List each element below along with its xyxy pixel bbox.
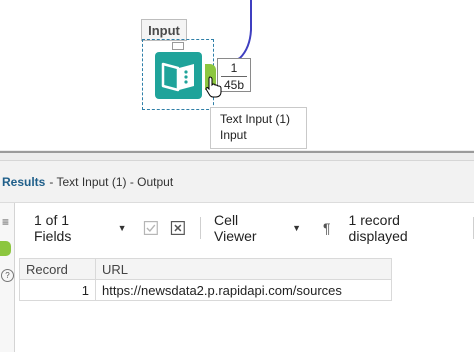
- results-subtitle: - Text Input (1) - Output: [49, 174, 174, 189]
- record-count: 1: [230, 61, 238, 75]
- cell-url[interactable]: https://newsdata2.p.rapidapi.com/sources: [95, 279, 392, 301]
- tooltip-subtitle: Input: [220, 128, 247, 142]
- cell-viewer-label: Cell Viewer: [214, 212, 257, 244]
- fields-label: 1 of 1 Fields: [34, 212, 72, 244]
- toolbar-divider: [200, 217, 202, 239]
- chevron-down-icon: ▼: [292, 223, 302, 233]
- table-row[interactable]: 1 https://newsdata2.p.rapidapi.com/sourc…: [19, 279, 392, 301]
- checkbox-icon[interactable]: [143, 220, 159, 236]
- results-side-rail: ≡ ?: [0, 203, 15, 352]
- cell-record[interactable]: 1: [19, 279, 96, 301]
- workflow-canvas[interactable]: Input 1 45b Text Input (1) Input: [0, 0, 474, 150]
- chevron-down-icon: ▼: [117, 223, 127, 233]
- records-displayed: 1 record displayed: [348, 212, 408, 244]
- results-toolbar: 1 of 1 Fields ▼ Cell Viewer ▼ ¶ 1 record…: [15, 203, 474, 253]
- cell-viewer-dropdown[interactable]: Cell Viewer ▼: [214, 212, 301, 244]
- column-header-record[interactable]: Record: [19, 258, 96, 280]
- tool-caption-text: Input: [148, 22, 180, 38]
- panel-splitter[interactable]: [0, 150, 474, 161]
- pilcrow-icon[interactable]: ¶: [323, 220, 331, 236]
- hand-cursor-icon: [205, 76, 222, 98]
- results-panel: Results - Text Input (1) - Output ≡ ? 1 …: [0, 161, 474, 352]
- results-grid-area: Record URL 1 https://newsdata2.p.rapidap…: [15, 253, 474, 352]
- column-header-url[interactable]: URL: [95, 258, 392, 280]
- results-title: Results: [2, 174, 46, 189]
- tool-caption[interactable]: Input: [141, 19, 187, 41]
- table-header-row: Record URL: [19, 258, 392, 280]
- menu-icon[interactable]: ≡: [2, 215, 9, 229]
- results-header: Results - Text Input (1) - Output: [0, 161, 474, 203]
- tool-tooltip: Text Input (1) Input: [210, 107, 307, 149]
- text-input-tool[interactable]: [155, 52, 202, 99]
- help-icon[interactable]: ?: [1, 269, 14, 282]
- book-icon: [161, 62, 194, 92]
- results-table: Record URL 1 https://newsdata2.p.rapidap…: [19, 258, 392, 301]
- output-anchor-indicator[interactable]: [0, 241, 11, 256]
- tooltip-title: Text Input (1): [220, 112, 291, 126]
- clear-x-icon[interactable]: [170, 220, 186, 236]
- fields-dropdown[interactable]: 1 of 1 Fields ▼: [34, 212, 127, 244]
